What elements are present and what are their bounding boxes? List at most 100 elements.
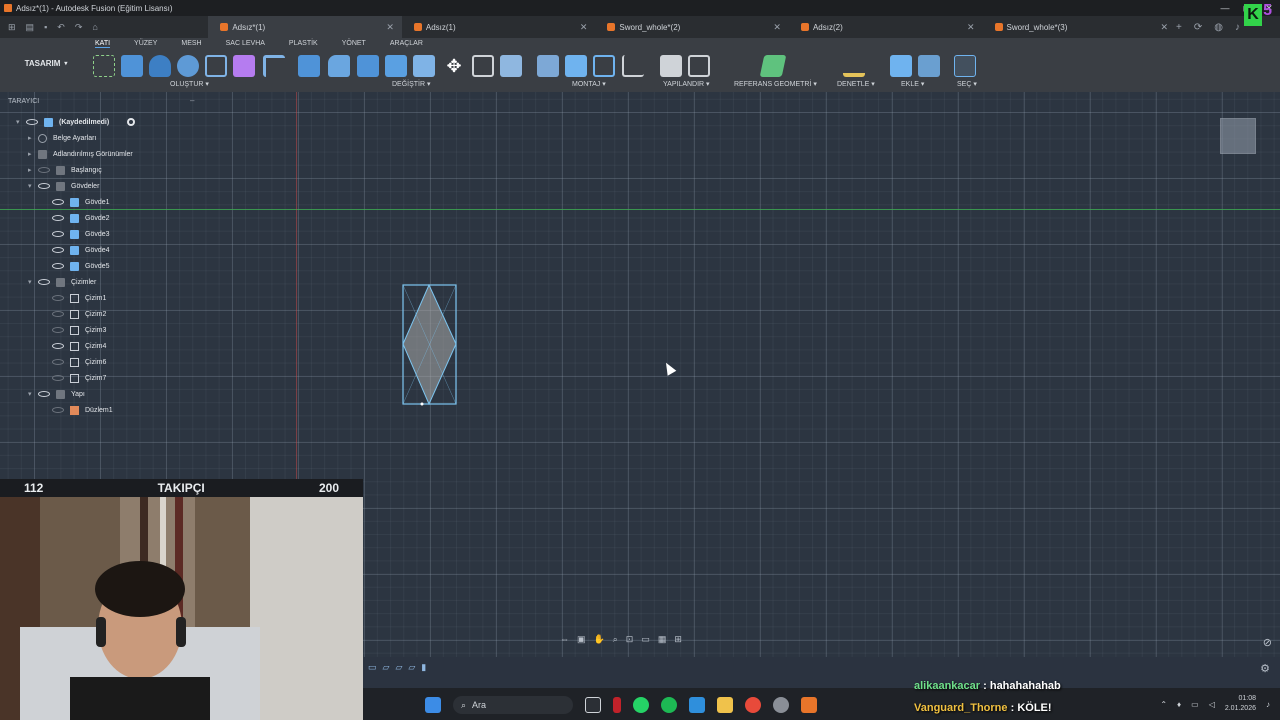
windows-start-icon[interactable] [425,697,441,713]
grid-menu-icon[interactable]: ⊞ [8,22,16,33]
timeline-sketch-icon[interactable]: ▭ [368,662,377,673]
collapse-browser-icon[interactable]: – [190,96,194,105]
spotify-icon[interactable] [661,697,677,713]
chevron-right-icon[interactable]: ▸ [28,134,38,142]
group-construct[interactable]: REFERANS GEOMETRİ ▾ [734,80,817,88]
visibility-eye-icon[interactable] [52,247,64,253]
chevron-right-icon[interactable]: ▸ [28,150,38,158]
visibility-eye-icon[interactable] [52,263,64,269]
chrome-icon[interactable] [745,697,761,713]
browser-item-construction[interactable]: ▾ Yapı [28,387,85,401]
browser-item-body2[interactable]: Gövde2 [52,211,110,225]
minimize-button[interactable]: — [1214,0,1236,16]
visibility-eye-icon[interactable] [38,183,50,189]
insert-icon[interactable] [890,55,912,77]
browser-item-sketch7[interactable]: Çizim7 [52,371,106,385]
new-tab-icon[interactable]: + [1176,22,1182,33]
home-icon[interactable]: ⌂ [92,22,97,33]
visibility-eye-icon[interactable] [52,295,64,301]
chevron-down-icon[interactable]: ▾ [28,182,38,190]
close-tab-icon[interactable]: ✕ [386,22,394,33]
fillet-icon[interactable] [328,55,350,77]
extensions-icon[interactable]: ◍ [1214,22,1223,33]
configure-icon[interactable] [660,55,682,77]
browser-item-plane1[interactable]: Düzlem1 [52,403,113,417]
zoom-icon[interactable]: ⌕ [613,634,618,648]
microphone-icon[interactable]: ♦ [1177,700,1181,709]
timeline-marker-icon[interactable]: ▮ [421,662,426,673]
clock[interactable]: 01:08 2.01.2026 [1225,694,1256,714]
offset-plane-icon[interactable] [759,55,787,77]
combine-icon[interactable] [413,55,435,77]
display-settings-icon[interactable]: ▭ [641,634,650,648]
move-icon[interactable]: ✥ [443,55,465,77]
doc-tab-3[interactable]: Sword_whole*(2) ✕ [595,16,789,38]
scale-icon[interactable] [500,55,522,77]
timeline-sketch-icon[interactable]: ▱ [408,662,415,673]
notification-bell-icon[interactable]: ♪ [1266,700,1270,709]
joint-icon[interactable] [565,55,587,77]
grid-settings-icon[interactable]: ▦ [658,634,667,648]
form-icon[interactable] [233,55,255,77]
whatsapp-icon[interactable] [633,697,649,713]
viewports-icon[interactable]: ⊞ [674,634,682,648]
chevron-down-icon[interactable]: ▾ [16,118,26,126]
file-menu-icon[interactable]: ▤ [26,22,35,33]
help-icon[interactable]: ⊘ [1263,636,1272,649]
browser-item-sketches[interactable]: ▾ Çizimler [28,275,96,289]
fit-icon[interactable]: ⊡ [626,634,634,648]
new-component-icon[interactable] [537,55,559,77]
mirror-icon[interactable] [263,55,285,77]
subtab-sheet-metal[interactable]: SAC LEVHA [226,40,265,48]
browser-item-named-views[interactable]: ▸ Adlandırılmış Görünümler [28,147,133,161]
press-pull-icon[interactable] [298,55,320,77]
job-status-icon[interactable]: ⟳ [1194,22,1202,33]
browser-root[interactable]: ▾ (Kaydedilmedi) [16,115,136,129]
measure-icon[interactable] [843,55,865,77]
group-assemble[interactable]: MONTAJ ▾ [572,80,606,88]
browser-item-sketch6[interactable]: Çizim6 [52,355,106,369]
visibility-eye-icon[interactable] [38,391,50,397]
browser-item-document-settings[interactable]: ▸ Belge Ayarları [28,131,96,145]
redo-icon[interactable]: ↷ [75,22,83,33]
subtab-surface[interactable]: YÜZEY [134,40,157,48]
chevron-down-icon[interactable]: ▾ [28,278,38,286]
notifications-icon[interactable]: ♪ [1235,22,1240,33]
subtab-mesh[interactable]: MESH [181,40,201,48]
chamfer-icon[interactable] [357,55,379,77]
doc-tab-2[interactable]: Adsız(1) ✕ [402,16,596,38]
browser-item-body4[interactable]: Gövde4 [52,243,110,257]
activate-radio-icon[interactable] [127,118,136,126]
align-icon[interactable] [472,55,494,77]
group-create[interactable]: OLUŞTUR ▾ [170,80,209,88]
extrude-icon[interactable] [121,55,143,77]
as-built-joint-icon[interactable] [593,55,615,77]
fusion-taskbar-icon[interactable] [801,697,817,713]
undo-icon[interactable]: ↶ [57,22,65,33]
table-icon[interactable] [688,55,710,77]
subtab-plastic[interactable]: PLASTİK [289,40,318,48]
view-cube[interactable] [1220,118,1256,154]
chevron-up-icon[interactable]: ⌃ [1160,700,1167,709]
visibility-eye-icon[interactable] [52,359,64,365]
close-tab-icon[interactable]: ✕ [773,22,781,33]
close-tab-icon[interactable]: ✕ [967,22,975,33]
look-at-icon[interactable]: ▣ [577,634,586,648]
group-modify[interactable]: DEĞİŞTİR ▾ [392,80,431,88]
browser-item-sketch3[interactable]: Çizim3 [52,323,106,337]
visibility-eye-icon[interactable] [52,215,64,221]
group-inspect[interactable]: DENETLE ▾ [837,80,875,88]
browser-item-origin[interactable]: ▸ Başlangıç [28,163,102,177]
visibility-eye-icon[interactable] [26,119,38,125]
browser-item-body3[interactable]: Gövde3 [52,227,110,241]
browser-item-body1[interactable]: Gövde1 [52,195,110,209]
pattern-icon[interactable] [205,55,227,77]
revolve-icon[interactable] [149,55,171,77]
doc-tab-5[interactable]: Sword_whole*(3) ✕ [983,16,1177,38]
timeline-settings-gear-icon[interactable]: ⚙ [1260,662,1270,675]
close-tab-icon[interactable]: ✕ [580,22,588,33]
pan-icon[interactable]: ✋ [594,634,605,648]
orbit-icon[interactable]: ⇔ [560,634,569,648]
browser-item-sketch1[interactable]: Çizim1 [52,291,106,305]
timeline-sketch-icon[interactable]: ▱ [383,662,390,673]
